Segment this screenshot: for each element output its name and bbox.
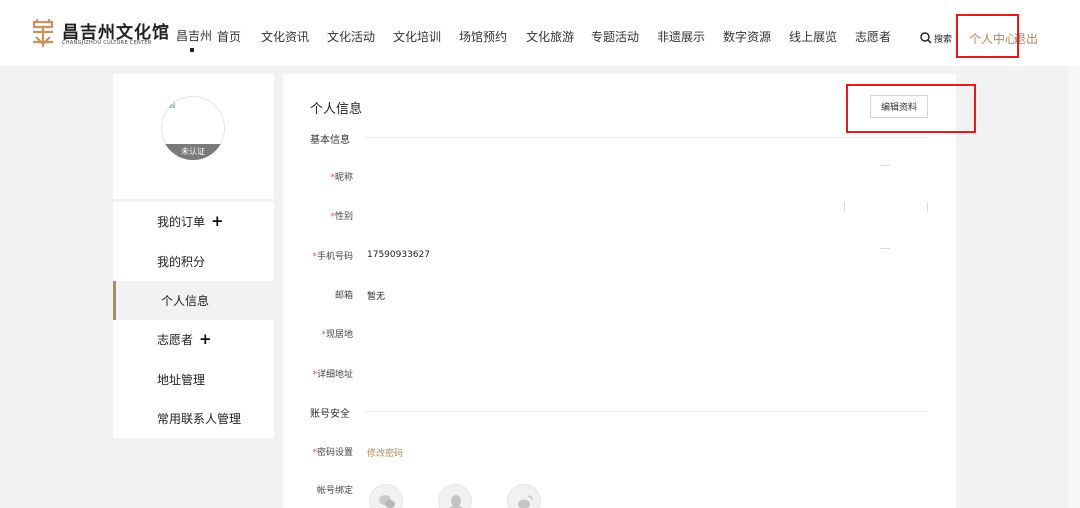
page-title: 个人信息: [310, 102, 363, 117]
decor-tick: [927, 202, 928, 212]
city-selector[interactable]: 昌吉州: [176, 27, 212, 44]
nav-item-volunteer[interactable]: 志愿者: [855, 28, 891, 45]
profile-card: 未认证: [113, 74, 274, 199]
avatar[interactable]: 未认证: [161, 96, 225, 160]
change-password-link[interactable]: 修改密码: [367, 446, 403, 459]
nav-item-special-events[interactable]: 专题活动: [591, 28, 639, 45]
search-label: 搜索: [934, 34, 953, 45]
nav-item-training[interactable]: 文化培训: [393, 28, 441, 45]
decor-tick: [844, 202, 845, 212]
logo-mark-icon: [32, 19, 54, 47]
site-logo[interactable]: 昌吉州文化馆 CHANGJIZHOU CULTURE CENTER: [30, 18, 194, 52]
nav-item-venue-booking[interactable]: 场馆预约: [459, 28, 507, 45]
search-button[interactable]: 搜索: [920, 31, 952, 45]
sidebar-item-label: 志愿者: [157, 333, 194, 347]
nav-item-tourism[interactable]: 文化旅游: [526, 28, 574, 45]
nav-item-home[interactable]: 首页: [217, 28, 241, 45]
sidebar-item-label: 地址管理: [157, 373, 206, 387]
wechat-bind-button[interactable]: [369, 484, 403, 508]
plus-icon[interactable]: +: [211, 214, 224, 229]
logo-dot: [190, 48, 194, 52]
password-label: *密码设置: [312, 448, 353, 458]
qq-icon: [449, 495, 463, 508]
sidebar-item-label: 我的积分: [157, 255, 206, 269]
sidebar-item-label: 我的订单: [157, 215, 206, 229]
residence-label: *现居地: [321, 330, 353, 340]
nav-item-heritage[interactable]: 非遗展示: [657, 28, 705, 45]
email-value: 暂无: [367, 292, 386, 302]
verification-badge: 未认证: [161, 144, 225, 160]
sidebar-item-contacts[interactable]: 常用联系人管理: [113, 399, 274, 438]
weibo-bind-button[interactable]: [507, 484, 541, 508]
sidebar-item-orders[interactable]: 我的订单 +: [113, 202, 274, 241]
page-scrollbar[interactable]: [1068, 66, 1080, 508]
highlight-box-user-center: [956, 14, 1019, 58]
address-label: *详细地址: [312, 370, 353, 380]
site-header: 昌吉州文化馆 CHANGJIZHOU CULTURE CENTER 昌吉州 首页…: [0, 0, 1080, 66]
nav-item-activities[interactable]: 文化活动: [327, 28, 375, 45]
sidebar-menu: 我的订单 + 我的积分 个人信息 志愿者 + 地址管理 常用联系人管理: [113, 202, 274, 438]
decor-tick: [880, 248, 890, 249]
nav-item-digital-resources[interactable]: 数字资源: [723, 28, 771, 45]
weibo-icon: [518, 495, 533, 508]
nav-item-news[interactable]: 文化资讯: [261, 28, 309, 45]
sidebar-item-points[interactable]: 我的积分: [113, 242, 274, 281]
wechat-icon: [379, 495, 395, 508]
phone-label: *手机号码: [312, 252, 353, 262]
nav-item-online-exhibition[interactable]: 线上展览: [789, 28, 837, 45]
account-binding-label: 帐号绑定: [316, 486, 353, 496]
search-icon: [920, 32, 932, 44]
section-basic-info: 基本信息: [310, 135, 350, 146]
sidebar-item-volunteer[interactable]: 志愿者 +: [113, 320, 274, 359]
nickname-label: *昵称: [330, 173, 353, 183]
personal-info-panel: 个人信息 编辑资料 基本信息 *昵称 *性别 *手机号码 17590933627…: [283, 74, 976, 508]
section-divider: [365, 411, 928, 412]
plus-icon[interactable]: +: [199, 332, 212, 347]
section-account-security: 账号安全: [310, 409, 350, 420]
qq-bind-button[interactable]: [438, 484, 472, 508]
sidebar-item-label: 常用联系人管理: [157, 412, 242, 426]
sidebar-item-personal-info[interactable]: 个人信息: [113, 281, 274, 320]
sidebar-item-address[interactable]: 地址管理: [113, 360, 274, 399]
logo-english-name: CHANGJIZHOU CULTURE CENTER: [62, 40, 152, 46]
decor-tick: [880, 165, 890, 166]
broken-image-icon: [169, 102, 175, 108]
section-divider: [365, 137, 928, 138]
phone-value: 17590933627: [367, 250, 430, 260]
sidebar-item-label: 个人信息: [161, 294, 210, 308]
highlight-box-edit: [846, 84, 976, 133]
gender-label: *性别: [330, 212, 353, 222]
email-label: 邮箱: [334, 291, 353, 301]
